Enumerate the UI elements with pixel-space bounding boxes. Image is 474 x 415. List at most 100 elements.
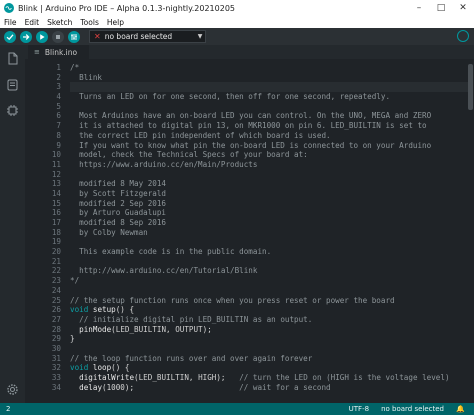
menu-tools[interactable]: Tools bbox=[76, 18, 102, 27]
gear-icon[interactable] bbox=[6, 383, 19, 396]
line-number: 28 bbox=[51, 324, 61, 334]
menu-file[interactable]: File bbox=[0, 18, 21, 27]
stop-button[interactable] bbox=[52, 30, 64, 43]
line-number: 1 bbox=[56, 63, 61, 72]
code-editor[interactable]: 1 2 3 4 5 6 7 8 9 10 11 12 13 14 15 16 17 18 19 20 21 22 23 24 2… bbox=[25, 59, 474, 403]
close-icon[interactable]: ✕ bbox=[452, 3, 474, 13]
code-line: model, check the Technical Specs of your… bbox=[70, 150, 308, 160]
arrow-right-icon bbox=[23, 33, 30, 40]
debug-button[interactable] bbox=[36, 30, 48, 43]
menu-help[interactable]: Help bbox=[103, 18, 128, 27]
status-encoding[interactable]: UTF-8 bbox=[343, 405, 375, 413]
line-number: 8 bbox=[56, 130, 61, 140]
code-line: http://www.arduino.cc/en/Tutorial/Blink bbox=[70, 266, 258, 276]
activity-sidebar bbox=[0, 45, 25, 403]
code-line: */ bbox=[70, 276, 80, 286]
stop-icon bbox=[56, 34, 60, 39]
status-bar: 2 UTF-8 no board selected 🔔 bbox=[0, 403, 474, 415]
line-number: 4 bbox=[56, 92, 61, 102]
sliders-icon bbox=[71, 33, 77, 40]
tab-label: Blink.ino bbox=[44, 47, 78, 57]
line-number: 14 bbox=[51, 188, 61, 198]
line-number: 9 bbox=[56, 140, 61, 150]
line-number: 26 bbox=[51, 305, 61, 315]
menu-edit[interactable]: Edit bbox=[21, 18, 44, 27]
code-line: This example code is in the public domai… bbox=[70, 247, 272, 257]
library-icon[interactable] bbox=[6, 78, 19, 91]
toolbar: ✕ no board selected ▼ bbox=[0, 28, 474, 45]
line-number: 12 bbox=[51, 169, 61, 179]
window-title: Blink | Arduino Pro IDE – Alpha 0.1.3-ni… bbox=[18, 3, 235, 13]
code-area[interactable]: /* Blink Turns an LED on for one second,… bbox=[70, 63, 470, 392]
serial-plotter-button[interactable] bbox=[68, 30, 80, 43]
scrollbar-thumb[interactable] bbox=[468, 64, 473, 110]
status-board[interactable]: no board selected bbox=[375, 405, 450, 413]
line-number: 29 bbox=[51, 334, 61, 344]
code-line: modified 8 May 2014 bbox=[70, 179, 167, 189]
notification-bell-icon[interactable]: 🔔 bbox=[450, 405, 474, 413]
line-number: 13 bbox=[51, 179, 61, 189]
vertical-scrollbar[interactable] bbox=[468, 59, 473, 403]
code-line: // the setup function runs once when you… bbox=[70, 295, 395, 305]
line-number: 23 bbox=[51, 276, 61, 286]
line-number: 32 bbox=[51, 363, 61, 373]
code-line: Turns an LED on for one second, then off… bbox=[70, 92, 391, 102]
file-icon: ≡ bbox=[34, 48, 40, 56]
line-number: 33 bbox=[51, 373, 61, 382]
title-bar: Blink | Arduino Pro IDE – Alpha 0.1.3-ni… bbox=[0, 0, 474, 16]
line-number: 22 bbox=[51, 266, 61, 276]
line-number: 6 bbox=[56, 111, 61, 121]
line-number: 2 bbox=[56, 72, 61, 82]
code-line: by Colby Newman bbox=[70, 227, 148, 237]
code-line: void loop() { bbox=[70, 363, 130, 373]
code-line: by Arturo Guadalupi bbox=[70, 208, 167, 218]
code-line bbox=[70, 82, 470, 93]
line-number: 7 bbox=[56, 121, 61, 131]
status-left-text: 2 bbox=[6, 405, 11, 413]
line-number: 18 bbox=[51, 227, 61, 237]
verify-button[interactable] bbox=[4, 30, 16, 43]
code-line: by Scott Fitzgerald bbox=[70, 188, 167, 198]
line-number: 31 bbox=[51, 353, 61, 363]
code-line: Blink bbox=[70, 72, 103, 82]
code-line: modified 2 Sep 2016 bbox=[70, 198, 167, 208]
code-line: delay(1000); // wait for a second bbox=[79, 382, 331, 392]
board-manager-icon[interactable] bbox=[6, 104, 19, 117]
maximize-icon[interactable]: □ bbox=[430, 3, 452, 13]
code-line: the correct LED pin independent of which… bbox=[70, 130, 331, 140]
code-line: If you want to know what pin the on-boar… bbox=[70, 140, 432, 150]
line-number: 15 bbox=[51, 198, 61, 208]
line-number: 3 bbox=[56, 82, 61, 92]
play-icon bbox=[40, 33, 45, 40]
line-number: 21 bbox=[51, 256, 61, 266]
line-number: 19 bbox=[51, 237, 61, 247]
upload-button[interactable] bbox=[20, 30, 32, 43]
tab-blink-ino[interactable]: ≡ Blink.ino bbox=[28, 45, 90, 59]
code-line: // initialize digital pin LED_BUILTIN as… bbox=[79, 314, 313, 324]
line-number: 27 bbox=[51, 314, 61, 324]
menu-sketch[interactable]: Sketch bbox=[43, 18, 76, 27]
line-number-gutter: 1 2 3 4 5 6 7 8 9 10 11 12 13 14 15 16 17 18 19 20 21 22 23 24 2… bbox=[25, 63, 61, 392]
line-number: 24 bbox=[51, 285, 61, 295]
line-number: 25 bbox=[51, 295, 61, 305]
minimize-icon[interactable]: – bbox=[408, 3, 430, 13]
line-number: 16 bbox=[51, 208, 61, 218]
code-line: pinMode(LED_BUILTIN, OUTPUT); bbox=[79, 324, 212, 334]
board-selector-label: no board selected bbox=[104, 32, 173, 41]
code-line: it is attached to digital pin 13, on MKR… bbox=[70, 121, 427, 131]
board-selector[interactable]: ✕ no board selected ▼ bbox=[89, 30, 206, 43]
line-number: 34 bbox=[51, 382, 61, 392]
line-number: 17 bbox=[51, 218, 61, 227]
code-line: Most Arduinos have an on-board LED you c… bbox=[70, 111, 432, 121]
serial-monitor-button[interactable] bbox=[457, 30, 469, 42]
editor-tab-bar: ≡ Blink.ino bbox=[25, 45, 474, 59]
line-number: 20 bbox=[51, 247, 61, 257]
check-icon bbox=[6, 33, 14, 40]
code-line: /* bbox=[70, 63, 80, 72]
files-icon[interactable] bbox=[6, 52, 19, 65]
code-line: digitalWrite(LED_BUILTIN, HIGH); // turn… bbox=[79, 373, 450, 382]
